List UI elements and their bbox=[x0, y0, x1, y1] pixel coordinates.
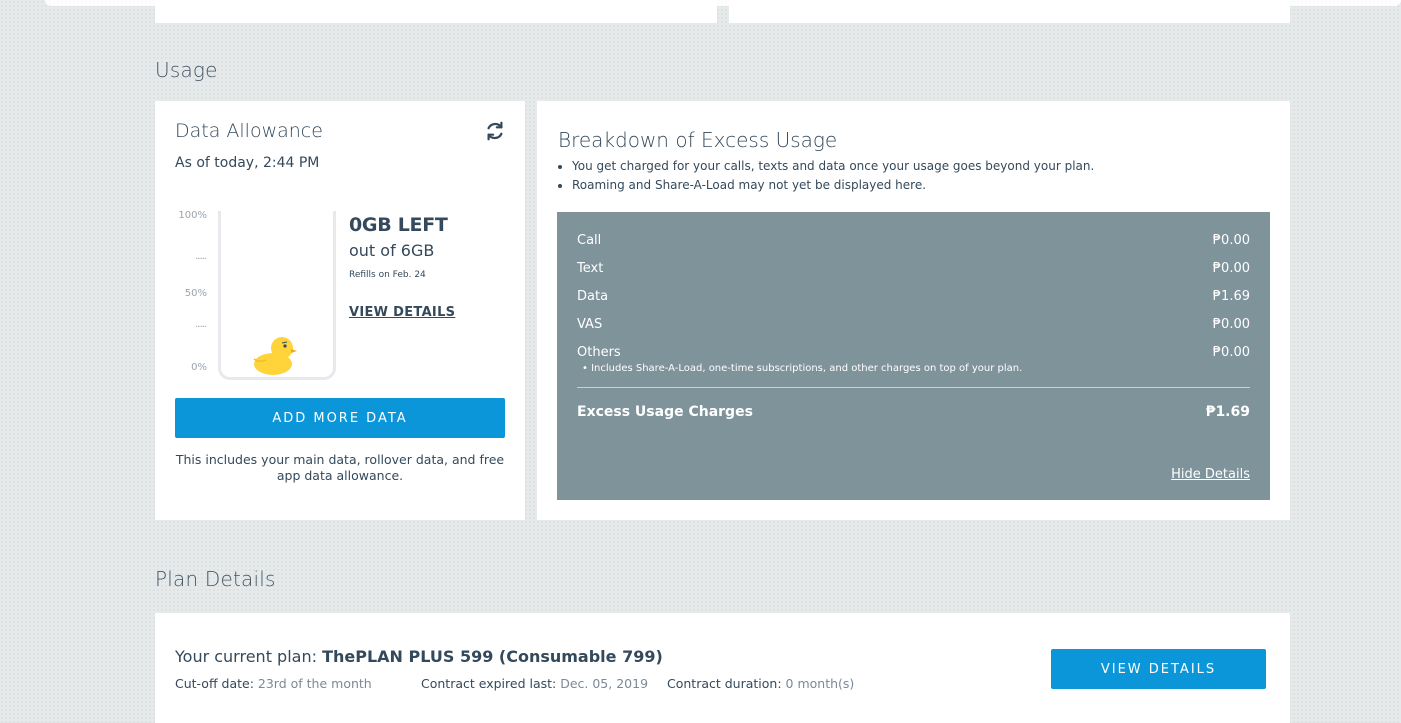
data-allowance-title: Data Allowance bbox=[175, 120, 323, 142]
charge-label: Text bbox=[577, 261, 604, 276]
plan-name: ThePLAN PLUS 599 (Consumable 799) bbox=[322, 647, 663, 666]
breakdown-title: Breakdown of Excess Usage bbox=[558, 128, 838, 152]
cup-label-100: 100% bbox=[178, 210, 207, 221]
excess-total-label: Excess Usage Charges bbox=[577, 404, 753, 420]
charge-row-others: Others ₱0.00 bbox=[577, 345, 1250, 360]
plan-prefix: Your current plan: bbox=[175, 647, 323, 666]
breakdown-card: Breakdown of Excess Usage You get charge… bbox=[537, 101, 1290, 520]
as-of-timestamp: As of today, 2:44 PM bbox=[175, 155, 320, 171]
contract-duration: Contract duration: 0 month(s) bbox=[667, 676, 854, 691]
excess-total-row: Excess Usage Charges ₱1.69 bbox=[577, 404, 1250, 420]
duration-value: 0 month(s) bbox=[785, 676, 855, 691]
duck-mascot-icon bbox=[252, 334, 298, 376]
data-remaining: 0GB LEFT bbox=[349, 214, 448, 236]
duration-label: Contract duration: bbox=[667, 676, 786, 691]
contract-label: Contract expired last: bbox=[421, 676, 561, 691]
charge-row-data: Data ₱1.69 bbox=[577, 289, 1250, 304]
breakdown-bullets: You get charged for your calls, texts an… bbox=[558, 157, 1094, 195]
charge-value: ₱0.00 bbox=[1212, 345, 1250, 360]
top-card-left bbox=[155, 0, 717, 23]
plan-card: Your current plan: ThePLAN PLUS 599 (Con… bbox=[155, 613, 1290, 723]
charge-value: ₱0.00 bbox=[1212, 233, 1250, 248]
data-allowance-note: This includes your main data, rollover d… bbox=[175, 452, 505, 483]
usage-section-title: Usage bbox=[155, 58, 218, 82]
current-plan: Your current plan: ThePLAN PLUS 599 (Con… bbox=[175, 647, 663, 666]
breakdown-bullet-item: Roaming and Share-A-Load may not yet be … bbox=[572, 176, 1094, 195]
refresh-icon[interactable] bbox=[484, 120, 506, 142]
add-more-data-button[interactable]: ADD MORE DATA bbox=[175, 398, 505, 438]
contract-value: Dec. 05, 2019 bbox=[560, 676, 649, 691]
cup-label-0: 0% bbox=[191, 362, 207, 373]
charge-label: Others bbox=[577, 345, 621, 360]
charges-divider bbox=[577, 387, 1250, 388]
charge-value: ₱1.69 bbox=[1212, 289, 1250, 304]
charge-label: Data bbox=[577, 289, 609, 304]
top-card-right bbox=[729, 0, 1290, 23]
charge-value: ₱0.00 bbox=[1212, 317, 1250, 332]
cutoff-label: Cut-off date: bbox=[175, 676, 258, 691]
breakdown-bullet-item: You get charged for your calls, texts an… bbox=[572, 157, 1094, 176]
charge-label: Call bbox=[577, 233, 602, 248]
charge-row-call: Call ₱0.00 bbox=[577, 233, 1250, 248]
excess-total-value: ₱1.69 bbox=[1205, 404, 1250, 420]
cup-label-50: 50% bbox=[184, 288, 207, 299]
hide-details-link[interactable]: Hide Details bbox=[1171, 467, 1250, 482]
charge-value: ₱0.00 bbox=[1212, 261, 1250, 276]
data-allowance-card: Data Allowance As of today, 2:44 PM 100%… bbox=[155, 101, 525, 520]
cup-dots-lower: ..... bbox=[195, 319, 207, 330]
charge-label: VAS bbox=[577, 317, 603, 332]
plan-section-title: Plan Details bbox=[155, 567, 276, 591]
refill-date: Refills on Feb. 24 bbox=[349, 270, 426, 280]
contract-expiry: Contract expired last: Dec. 05, 2019 bbox=[421, 676, 648, 691]
view-details-link[interactable]: VIEW DETAILS bbox=[349, 305, 455, 320]
charge-row-vas: VAS ₱0.00 bbox=[577, 317, 1250, 332]
cup-dots-upper: ..... bbox=[195, 251, 207, 262]
plan-view-details-button[interactable]: VIEW DETAILS bbox=[1051, 649, 1266, 689]
others-note: • Includes Share-A-Load, one-time subscr… bbox=[582, 363, 1023, 374]
excess-charges-panel: Call ₱0.00 Text ₱0.00 Data ₱1.69 VAS ₱0.… bbox=[557, 212, 1270, 500]
charge-row-text: Text ₱0.00 bbox=[577, 261, 1250, 276]
cutoff-date: Cut-off date: 23rd of the month bbox=[175, 676, 372, 691]
cutoff-value: 23rd of the month bbox=[257, 676, 372, 691]
data-total: out of 6GB bbox=[349, 241, 435, 260]
